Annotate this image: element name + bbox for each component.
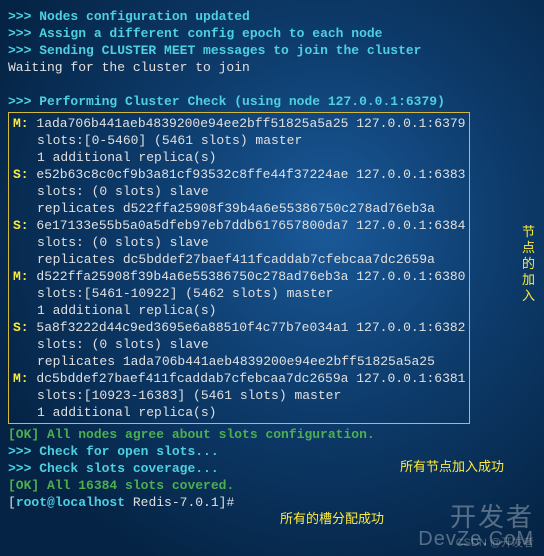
node-extra: 1 additional replica(s)	[13, 404, 465, 421]
terminal-line: [OK] All nodes agree about slots configu…	[8, 426, 536, 443]
node-extra: replicates d522ffa25908f39b4a6e55386750c…	[13, 200, 465, 217]
terminal-line: Waiting for the cluster to join	[8, 59, 536, 76]
terminal-line: >>> Nodes configuration updated	[8, 8, 536, 25]
terminal-line: >>> Assign a different config epoch to e…	[8, 25, 536, 42]
terminal-line: >>> Performing Cluster Check (using node…	[8, 93, 536, 110]
node-slots: slots:[0-5460] (5461 slots) master	[13, 132, 465, 149]
node-slots: slots:[5461-10922] (5462 slots) master	[13, 285, 465, 302]
node-extra: replicates dc5bddef27baef411fcaddab7cfeb…	[13, 251, 465, 268]
annotation-node-join: 节点的加入	[522, 224, 538, 304]
node-header: S: 6e17133e55b5a0a5dfeb97eb7ddb617657800…	[13, 217, 465, 234]
annotation-all-joined: 所有节点加入成功	[400, 458, 504, 475]
node-slots: slots: (0 slots) slave	[13, 234, 465, 251]
terminal-preamble: >>> Nodes configuration updated>>> Assig…	[8, 8, 536, 110]
watermark-big: 开发者	[450, 509, 534, 526]
node-slots: slots: (0 slots) slave	[13, 183, 465, 200]
terminal-line: >>> Sending CLUSTER MEET messages to joi…	[8, 42, 536, 59]
node-header: M: 1ada706b441aeb4839200e94ee2bff51825a5…	[13, 115, 465, 132]
annotation-slots-done: 所有的槽分配成功	[280, 510, 384, 527]
node-header: S: e52b63c8c0cf9b3a81cf93532c8ffe44f3722…	[13, 166, 465, 183]
node-extra: 1 additional replica(s)	[13, 149, 465, 166]
node-header: M: d522ffa25908f39b4a6e55386750c278ad76e…	[13, 268, 465, 285]
node-extra: replicates 1ada706b441aeb4839200e94ee2bf…	[13, 353, 465, 370]
watermark-csdn: CSDN @开发者	[456, 535, 534, 552]
terminal-line: [OK] All 16384 slots covered.	[8, 477, 536, 494]
node-header: S: 5a8f3222d44c9ed3695e6a88510f4c77b7e03…	[13, 319, 465, 336]
terminal-line	[8, 76, 536, 93]
node-header: M: dc5bddef27baef411fcaddab7cfebcaa7dc26…	[13, 370, 465, 387]
node-slots: slots:[10923-16383] (5461 slots) master	[13, 387, 465, 404]
node-extra: 1 additional replica(s)	[13, 302, 465, 319]
node-slots: slots: (0 slots) slave	[13, 336, 465, 353]
cluster-nodes-box: M: 1ada706b441aeb4839200e94ee2bff51825a5…	[8, 112, 470, 424]
